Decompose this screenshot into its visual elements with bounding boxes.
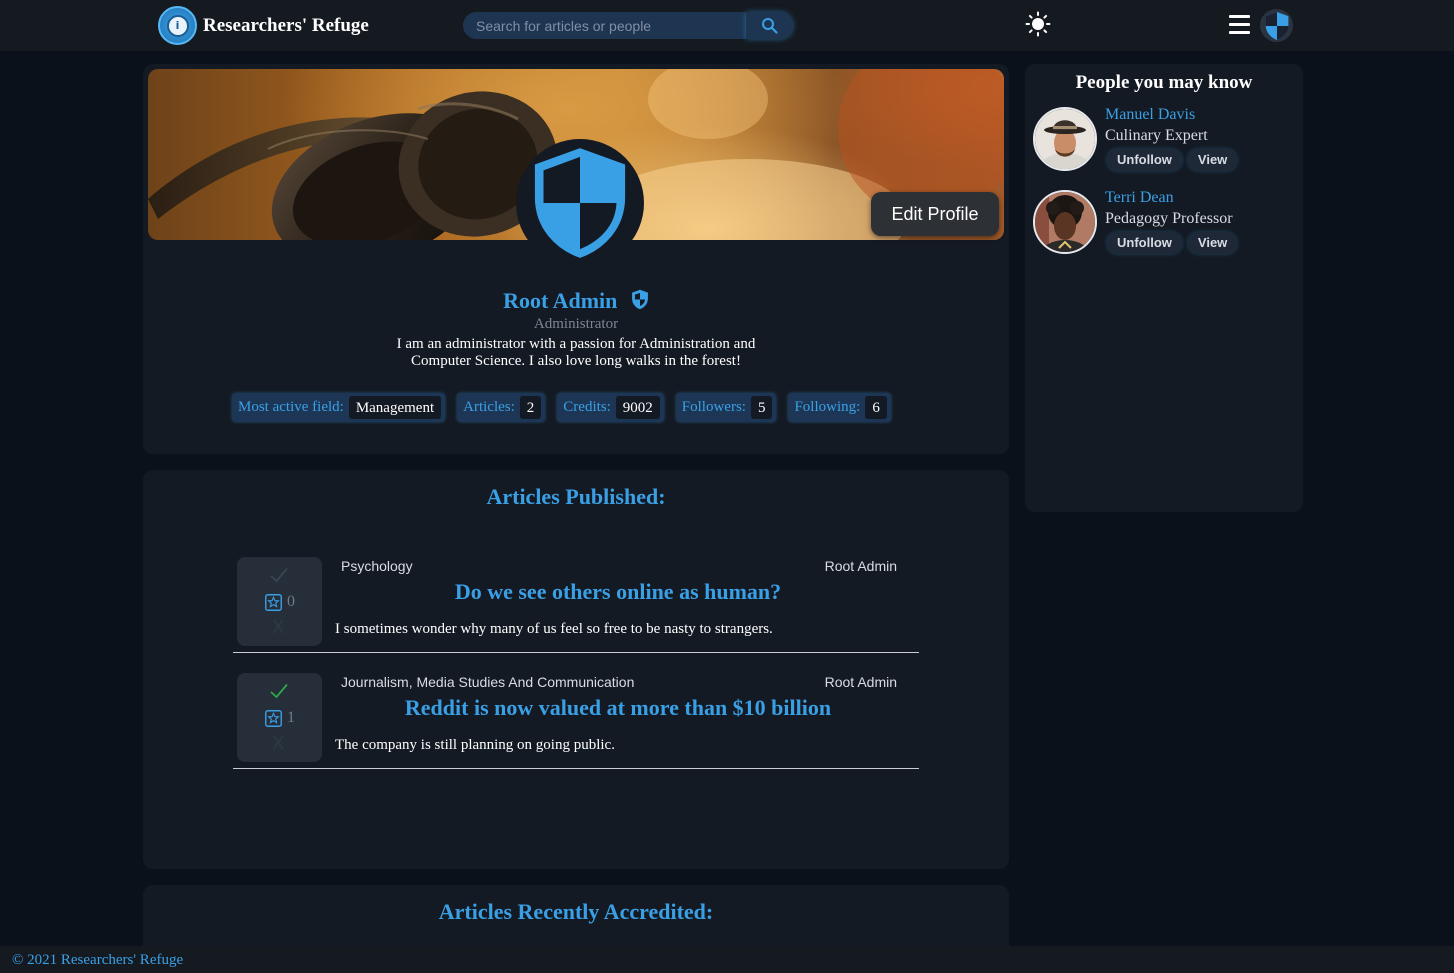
- article-description: The company is still planning on going p…: [335, 737, 615, 753]
- stat-value: 6: [865, 396, 887, 419]
- stat-articles: Articles: 2: [457, 393, 546, 422]
- search-icon: [762, 18, 778, 34]
- view-button[interactable]: View: [1187, 149, 1238, 171]
- article-score: 0: [265, 593, 295, 611]
- footer: © 2021 Researchers' Refuge: [0, 946, 1454, 973]
- score-value: 1: [287, 709, 295, 726]
- person-title: Culinary Expert: [1105, 127, 1208, 144]
- article-author[interactable]: Root Admin: [825, 674, 897, 690]
- brand-logo-glyph: i: [166, 14, 189, 37]
- article-description: I sometimes wonder why many of us feel s…: [335, 621, 773, 637]
- footer-copyright: © 2021 Researchers' Refuge: [12, 952, 184, 968]
- article-score: 1: [265, 709, 295, 727]
- shield-avatar-icon: [1265, 11, 1288, 40]
- downvote-button[interactable]: X: [272, 733, 284, 754]
- unfollow-button[interactable]: Unfollow: [1107, 232, 1182, 254]
- stat-value: 5: [750, 396, 773, 419]
- search-bar: [463, 12, 793, 39]
- stat-label: Following:: [794, 399, 861, 415]
- articles-accredited-title: Articles Recently Accredited:: [438, 899, 714, 924]
- score-value: 0: [287, 593, 295, 610]
- person-item: Manuel Davis Culinary Expert Unfollow Vi…: [1033, 106, 1293, 177]
- stat-credits: Credits: 9002: [557, 393, 664, 422]
- article-item[interactable]: 1 X Journalism, Media Studies And Commun…: [233, 673, 919, 769]
- profile-name-row: Root Admin: [143, 288, 1009, 316]
- stat-value: 9002: [615, 396, 660, 419]
- stat-label: Followers:: [681, 399, 746, 415]
- person-title: Pedagogy Professor: [1105, 210, 1233, 227]
- sun-icon[interactable]: [1025, 11, 1051, 37]
- profile-avatar: [516, 139, 644, 267]
- stat-label: Credits:: [563, 399, 611, 415]
- article-author[interactable]: Root Admin: [825, 558, 897, 574]
- user-avatar[interactable]: [1260, 9, 1293, 42]
- stat-label: Most active field:: [238, 399, 344, 415]
- article-title[interactable]: Reddit is now valued at more than $10 bi…: [333, 695, 903, 721]
- view-button[interactable]: View: [1187, 232, 1238, 254]
- vote-box: 0 X: [237, 557, 322, 646]
- hamburger-menu-icon[interactable]: [1229, 15, 1250, 35]
- profile-role: Administrator: [533, 316, 619, 332]
- profile-bio: I am an administrator with a passion for…: [396, 336, 756, 369]
- shield-icon: [534, 148, 626, 258]
- profile-stats: Most active field: Management Articles: …: [232, 393, 891, 422]
- articles-published-title: Articles Published:: [486, 484, 666, 509]
- person-actions: Unfollow View: [1107, 149, 1238, 171]
- profile-name: Root Admin: [503, 288, 618, 313]
- navbar: i Researchers' Refuge: [0, 0, 1454, 51]
- brand-name: Researchers' Refuge: [203, 14, 369, 36]
- search-input[interactable]: [463, 12, 746, 39]
- person-name[interactable]: Manuel Davis: [1105, 106, 1195, 124]
- article-category[interactable]: Psychology: [341, 558, 413, 574]
- profile-card: Edit Profile Root Admin Administrator I …: [143, 64, 1009, 454]
- stat-most-active-field: Most active field: Management: [232, 393, 446, 422]
- person-item: Terri Dean Pedagogy Professor Unfollow V…: [1033, 189, 1293, 260]
- people-you-may-know-card: People you may know Manuel Davis Culinar…: [1025, 64, 1303, 512]
- person-avatar[interactable]: [1033, 107, 1097, 171]
- article-category[interactable]: Journalism, Media Studies And Communicat…: [341, 674, 634, 690]
- stat-label: Articles:: [463, 399, 515, 415]
- downvote-button[interactable]: X: [272, 617, 284, 638]
- people-title: People you may know: [1075, 72, 1253, 93]
- stat-value: 2: [519, 396, 542, 419]
- star-icon: [265, 593, 282, 611]
- article-title[interactable]: Do we see others online as human?: [333, 579, 903, 605]
- person-name[interactable]: Terri Dean: [1105, 189, 1174, 207]
- stat-value: Management: [348, 396, 442, 419]
- upvote-check-icon[interactable]: [270, 683, 288, 699]
- articles-published-card: Articles Published: 0 X Psychology Root …: [143, 470, 1009, 869]
- brand-logo-icon: i: [158, 6, 197, 45]
- upvote-check-icon[interactable]: [270, 567, 288, 583]
- vote-box: 1 X: [237, 673, 322, 762]
- edit-profile-button[interactable]: Edit Profile: [871, 192, 999, 236]
- search-button[interactable]: [746, 12, 793, 39]
- person-avatar[interactable]: [1033, 190, 1097, 254]
- article-item[interactable]: 0 X Psychology Root Admin Do we see othe…: [233, 557, 919, 653]
- stat-following[interactable]: Following: 6: [788, 393, 891, 422]
- brand-link[interactable]: i Researchers' Refuge: [158, 6, 369, 45]
- unfollow-button[interactable]: Unfollow: [1107, 149, 1182, 171]
- stat-followers[interactable]: Followers: 5: [675, 393, 777, 422]
- star-icon: [265, 709, 282, 727]
- person-actions: Unfollow View: [1107, 232, 1238, 254]
- admin-shield-icon: [631, 289, 649, 316]
